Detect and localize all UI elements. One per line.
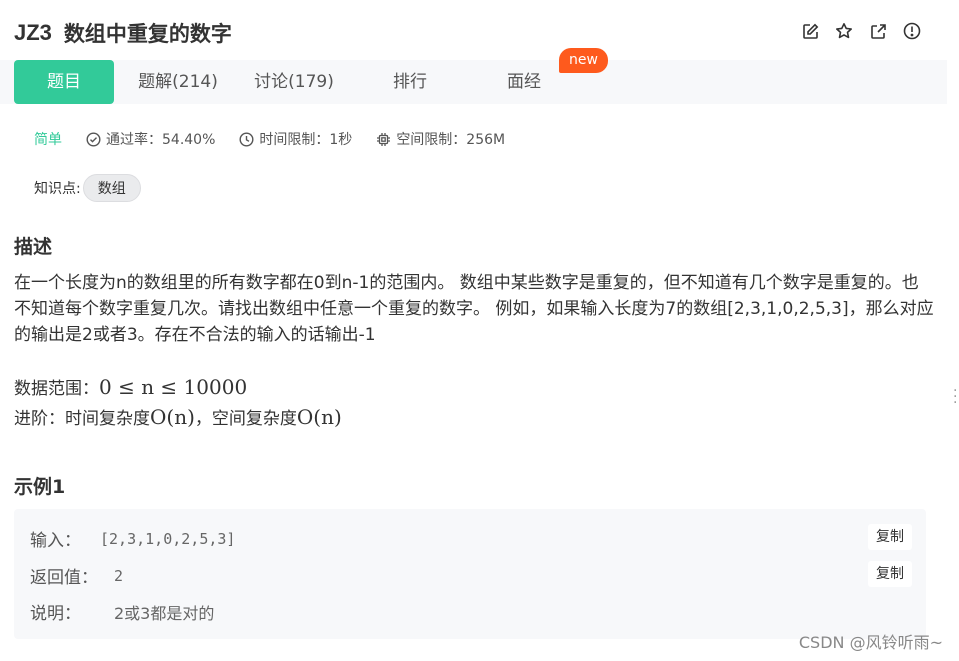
explain-value: 2或3都是对的 [114,603,215,623]
example-box: 输入： [2,3,1,0,2,5,3] 复制 返回值： 2 复制 说明： 2或3… [14,509,926,639]
space-limit-text: 空间限制：256M [396,132,506,148]
space-limit: 空间限制：256M [376,129,505,149]
knowledge-label: 知识点: [34,181,81,197]
info-icon[interactable] [903,22,921,40]
pass-rate-text: 通过率：54.40% [106,132,216,148]
copy-input-button[interactable]: 复制 [868,524,912,550]
tab-bar: 题目 题解(214) 讨论(179) 排行 面经 [0,60,947,104]
problem-title: JZ3 数组中重复的数字 [14,18,232,48]
watermark: CSDN @风铃听雨~ [798,633,943,652]
data-range: 数据范围：0 ≤ n ≤ 10000 [14,373,342,403]
clock-icon [239,131,254,147]
check-circle-icon [86,131,101,147]
resize-handle[interactable]: · · · [953,384,957,410]
time-limit-text: 时间限制：1秒 [259,132,353,148]
problem-meta: 简单 通过率：54.40% 时间限制：1秒 空间限制：256M [34,129,529,149]
space-complexity: O(n) [296,405,342,429]
tab-solutions[interactable]: 题解(214) [126,60,230,104]
pass-rate: 通过率：54.40% [86,129,215,149]
time-complexity: O(n) [150,405,195,429]
new-badge: new [559,48,608,73]
explain-label: 说明： [30,604,81,624]
toolbar-icons [801,22,921,40]
input-value: [2,3,1,0,2,5,3] [100,529,236,548]
problem-name: 数组中重复的数字 [63,22,232,46]
output-label: 返回值： [30,568,98,588]
example-title: 示例1 [14,476,66,498]
knowledge-points: 知识点: 数组 [34,174,141,202]
problem-id: JZ3 [14,20,52,45]
chip-icon [377,132,391,146]
output-value: 2 [114,566,124,585]
copy-output-button[interactable]: 复制 [868,561,912,587]
time-limit: 时间限制：1秒 [239,129,352,149]
external-link-icon[interactable] [869,22,887,40]
description-text: 在一个长度为n的数组里的所有数字都在0到n-1的范围内。 数组中某些数字是重复的… [14,270,934,348]
difficulty-label: 简单 [34,132,62,148]
complexity-separator: ，空间复杂度 [194,409,297,429]
star-icon[interactable] [835,22,853,40]
tab-problem[interactable]: 题目 [14,60,114,104]
input-label: 输入： [30,531,81,551]
tab-ranking[interactable]: 排行 [358,60,462,104]
range-label: 数据范围： [14,379,99,399]
range-formula: 0 ≤ n ≤ 10000 [99,375,248,399]
example-input-row: 输入： [2,3,1,0,2,5,3] [30,526,236,552]
description-title: 描述 [14,236,53,258]
example-explain-row: 说明： 2或3都是对的 [30,599,215,625]
tab-discussion[interactable]: 讨论(179) [242,60,346,104]
description-body: 在一个长度为n的数组里的所有数字都在0到n-1的范围内。 数组中某些数字是重复的… [14,273,934,345]
knowledge-tag[interactable]: 数组 [82,174,141,202]
edit-icon[interactable] [801,22,819,40]
constraints: 数据范围：0 ≤ n ≤ 10000 进阶：时间复杂度O(n)，空间复杂度O(n… [14,373,342,433]
example-output-row: 返回值： 2 [30,563,124,589]
advanced-label: 进阶：时间复杂度 [14,409,150,429]
advanced-requirement: 进阶：时间复杂度O(n)，空间复杂度O(n) [14,403,342,433]
